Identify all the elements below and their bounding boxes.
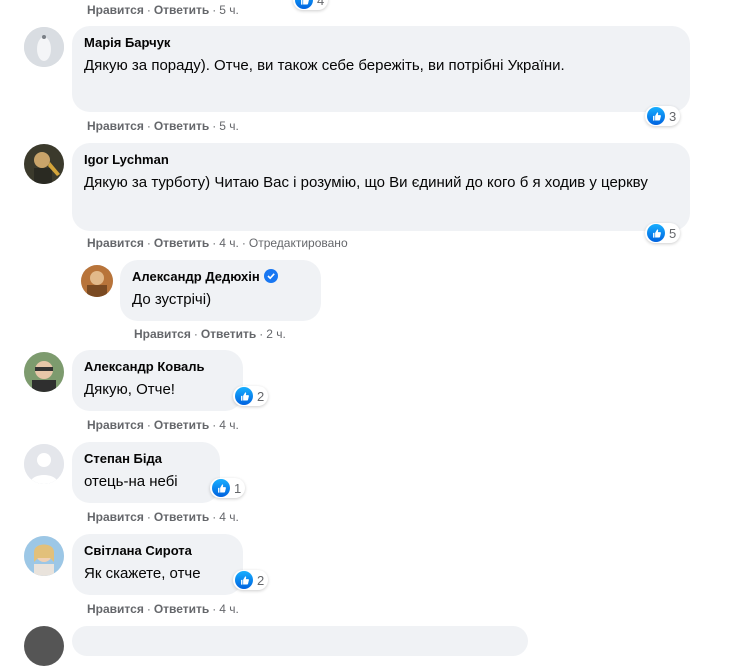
comment-actions: Нравится · Ответить · 4 ч.: [87, 601, 239, 617]
reaction-count-badge[interactable]: 1: [210, 478, 246, 498]
comment-author[interactable]: Александр Коваль: [84, 359, 205, 375]
comment-time: 5 ч.: [219, 3, 239, 17]
avatar-image: [24, 144, 64, 184]
comment-actions: Нравится · Ответить · 4 ч.: [87, 509, 239, 525]
separator-dot: ·: [212, 119, 217, 133]
comment-text: отець-на небі: [84, 473, 178, 490]
reaction-count: 2: [257, 388, 265, 404]
like-action[interactable]: Нравится: [134, 327, 191, 341]
avatar[interactable]: [24, 536, 64, 576]
reaction-count-badge[interactable]: 2: [233, 570, 269, 590]
avatar-image: [24, 536, 64, 576]
verified-badge-icon: [263, 269, 278, 283]
reply-action[interactable]: Ответить: [154, 236, 209, 250]
edited-label[interactable]: Отредактировано: [249, 236, 348, 250]
comment-time: 5 ч.: [219, 119, 239, 133]
comment-author[interactable]: Марія Барчук: [84, 35, 170, 51]
like-icon: [235, 387, 253, 405]
comment-text: Дякую, Отче!: [84, 381, 175, 398]
avatar[interactable]: [81, 265, 113, 297]
reply-action[interactable]: Ответить: [154, 510, 209, 524]
reaction-count-badge[interactable]: 2: [233, 386, 269, 406]
like-icon: [212, 479, 230, 497]
comment-text: До зустрічі): [132, 291, 212, 308]
comment-bubble: Александр Коваль Дякую, Отче!: [72, 350, 243, 411]
separator-dot: ·: [146, 510, 151, 524]
separator-dot: ·: [146, 3, 151, 17]
like-action[interactable]: Нравится: [87, 3, 144, 17]
separator-dot: ·: [146, 119, 151, 133]
reaction-count: 3: [669, 108, 677, 124]
comment-bubble: Igor Lychman Дякую за турботу) Читаю Вас…: [72, 143, 690, 231]
separator-dot: ·: [146, 602, 151, 616]
comment-author[interactable]: Степан Біда: [84, 451, 162, 467]
avatar-image: [24, 27, 64, 67]
separator-dot: ·: [146, 418, 151, 432]
reply-action[interactable]: Ответить: [154, 119, 209, 133]
reply-action[interactable]: Ответить: [154, 3, 209, 17]
comment-bubble: Степан Біда отець-на небі: [72, 442, 220, 503]
comment-actions: Нравится · Ответить · 4 ч. · Отредактировано: [87, 235, 348, 251]
separator-dot: ·: [212, 236, 217, 250]
avatar[interactable]: [24, 626, 64, 666]
comment-text: Як скажете, отче: [84, 565, 201, 582]
comment-bubble: Світлана Сирота Як скажете, отче: [72, 534, 243, 595]
comment-actions: Нравится · Ответить · 5 ч.: [87, 118, 239, 134]
separator-dot: ·: [146, 236, 151, 250]
like-icon: [647, 107, 665, 125]
like-icon: [295, 0, 313, 9]
default-avatar-icon: [24, 444, 64, 484]
comment-actions-top: Нравится · Ответить · 5 ч.: [87, 2, 239, 18]
like-icon: [647, 224, 665, 242]
avatar[interactable]: [24, 144, 64, 184]
comment-time: 4 ч.: [219, 236, 239, 250]
avatar-image: [81, 265, 113, 297]
separator-dot: ·: [241, 236, 246, 250]
avatar-image: [24, 352, 64, 392]
comment-text: Дякую за турботу) Читаю Вас і розумію, щ…: [84, 174, 648, 191]
comment-bubble: Марія Барчук Дякую за пораду). Отче, ви …: [72, 26, 690, 112]
like-action[interactable]: Нравится: [87, 236, 144, 250]
reaction-count: 2: [257, 572, 265, 588]
reply-bubble: Александр Дедюхін До зустрічі): [120, 260, 321, 321]
reaction-count: 1: [234, 480, 242, 496]
reply-action[interactable]: Ответить: [154, 602, 209, 616]
comment-time: 4 ч.: [219, 602, 239, 616]
comment-time: 2 ч.: [266, 327, 286, 341]
comment-bubble: [72, 626, 528, 656]
reaction-count-badge[interactable]: 4: [293, 0, 329, 10]
comment-actions: Нравится · Ответить · 2 ч.: [134, 326, 286, 342]
comment-time: 4 ч.: [219, 418, 239, 432]
separator-dot: ·: [212, 510, 217, 524]
like-action[interactable]: Нравится: [87, 510, 144, 524]
reaction-count: 4: [317, 0, 325, 8]
avatar[interactable]: [24, 352, 64, 392]
like-action[interactable]: Нравится: [87, 418, 144, 432]
separator-dot: ·: [212, 418, 217, 432]
separator-dot: ·: [212, 3, 217, 17]
reaction-count-badge[interactable]: 5: [645, 223, 681, 243]
comment-time: 4 ч.: [219, 510, 239, 524]
like-icon: [235, 571, 253, 589]
reaction-count: 5: [669, 225, 677, 241]
reaction-count-badge[interactable]: 3: [645, 106, 681, 126]
like-action[interactable]: Нравится: [87, 119, 144, 133]
comment-author[interactable]: Igor Lychman: [84, 152, 169, 168]
reply-action[interactable]: Ответить: [154, 418, 209, 432]
comment-author[interactable]: Александр Дедюхін: [132, 269, 260, 285]
separator-dot: ·: [212, 602, 217, 616]
avatar[interactable]: [24, 444, 64, 484]
comment-text: Дякую за пораду). Отче, ви також себе бе…: [84, 57, 565, 74]
comment-actions: Нравится · Ответить · 4 ч.: [87, 417, 239, 433]
avatar[interactable]: [24, 27, 64, 67]
like-action[interactable]: Нравится: [87, 602, 144, 616]
separator-dot: ·: [259, 327, 264, 341]
separator-dot: ·: [193, 327, 198, 341]
comment-author[interactable]: Світлана Сирота: [84, 543, 192, 559]
reply-action[interactable]: Ответить: [201, 327, 256, 341]
